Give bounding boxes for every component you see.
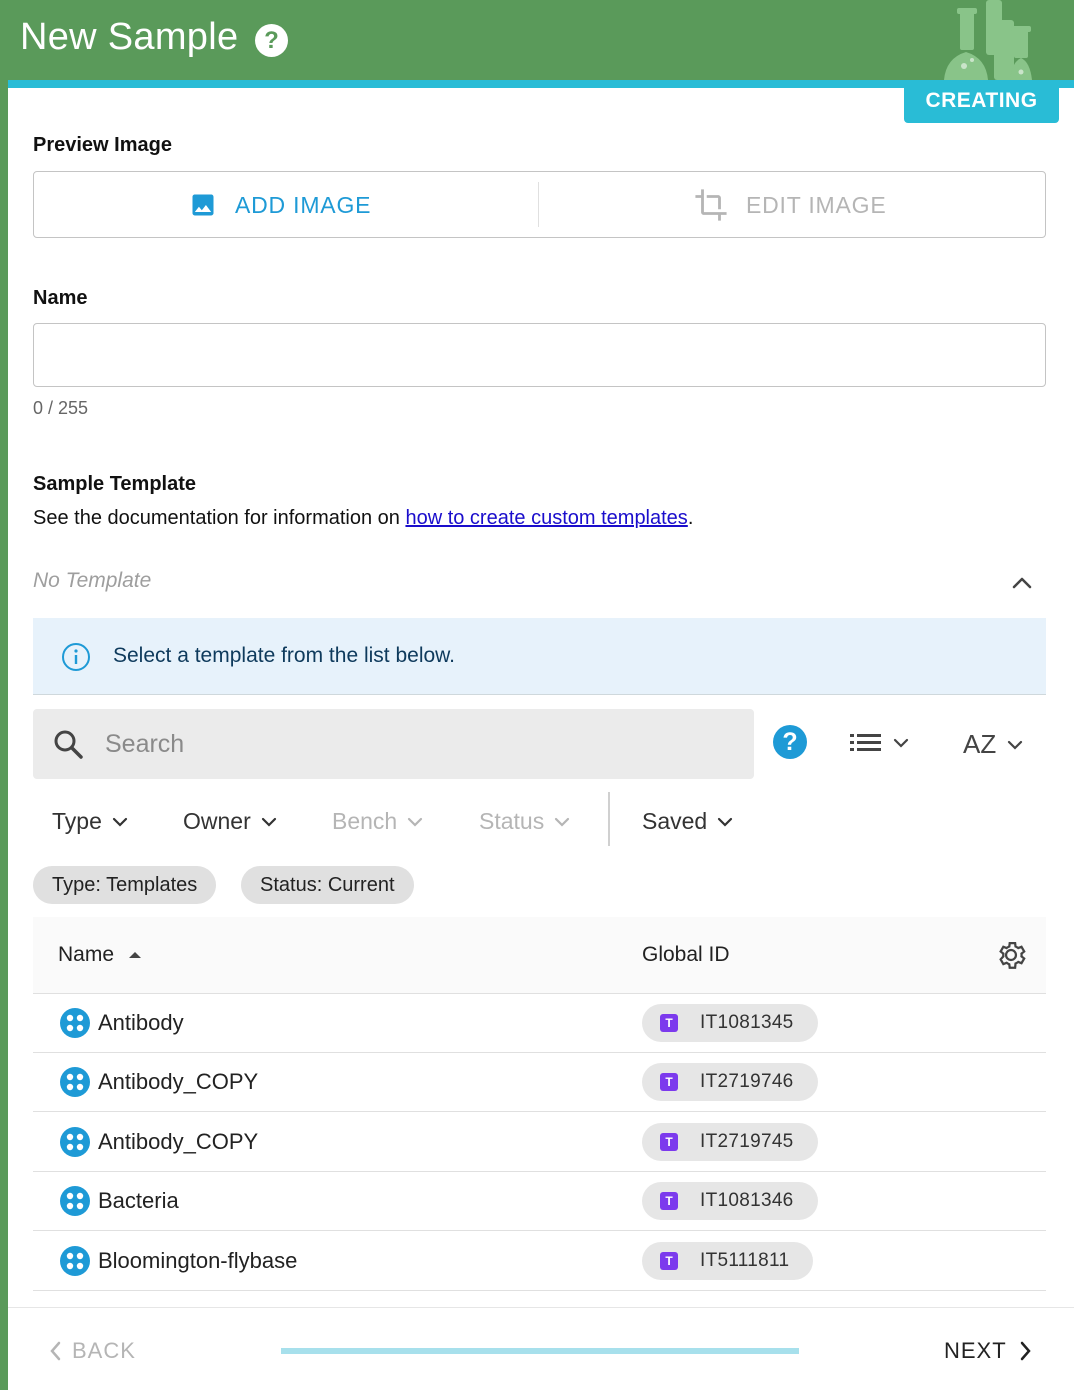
template-name[interactable]: Antibody_COPY [98,1129,258,1155]
progress-bar [281,1348,799,1354]
template-icon [60,1008,90,1038]
info-icon [62,643,90,671]
next-button[interactable]: NEXT [944,1338,1033,1364]
filter-chip-type[interactable]: Type: Templates [33,866,217,904]
global-id-badge[interactable]: T IT5111811 [642,1241,814,1280]
template-icon [60,1067,90,1098]
template-icon [60,1186,90,1217]
template-name[interactable]: Antibody [98,1010,184,1036]
documentation-text: See the documentation for information on… [33,507,693,530]
saved-filter[interactable]: Saved [642,808,735,835]
add-image-button[interactable]: ADD IMAGE [189,189,371,221]
crop-icon [695,189,727,221]
table-row[interactable]: Antibody_COPY T IT2719745 [33,1113,1046,1172]
template-name[interactable]: Antibody_COPY [98,1069,258,1095]
table-header: Name Global ID [33,917,1046,994]
info-alert: Select a template from the list below. [33,618,1046,695]
template-type-icon: T [660,1014,678,1032]
table-row[interactable]: Antibody_COPY T IT2719746 [33,1053,1046,1113]
filter-divider [608,792,610,846]
global-id-column-header: Global ID [642,943,730,966]
global-id-text: IT5111811 [700,1249,790,1271]
preview-image-controls: ADD IMAGE EDIT IMAGE [33,171,1046,238]
template-icon [60,1245,90,1276]
status-filter-label: Status [479,808,545,834]
global-id-badge[interactable]: T IT1081346 [642,1182,818,1221]
help-icon[interactable]: ? [255,24,288,57]
table-row[interactable]: Bloomington-flybase T IT5111811 [33,1232,1046,1291]
list-view-icon [850,734,881,751]
image-icon [192,194,214,216]
status-badge: CREATING [904,86,1059,123]
divider [538,182,539,227]
chevron-down-icon [718,817,733,827]
global-id-text: IT1081346 [700,1190,794,1212]
bench-filter-label: Bench [332,808,398,834]
template-type-icon: T [660,1251,678,1270]
chevron-right-icon [1020,1341,1031,1361]
search-input[interactable] [105,723,725,765]
view-mode-dropdown[interactable] [850,730,912,756]
name-label: Name [33,287,88,309]
chevron-down-icon [112,817,127,827]
global-id-badge[interactable]: T IT1081345 [642,1004,818,1042]
sort-dropdown[interactable]: AZ [963,729,1026,760]
name-input[interactable] [33,323,1046,387]
chevron-down-icon [1008,740,1023,750]
global-id-badge[interactable]: T IT2719745 [642,1122,818,1161]
chevron-down-icon [893,738,909,748]
global-id-text: IT2719745 [700,1130,794,1152]
info-message: Select a template from the list below. [113,644,455,667]
table-row[interactable]: Bacteria T IT1081346 [33,1172,1046,1232]
footer-navigation: BACK NEXT [8,1307,1074,1390]
sort-ascending-icon [129,952,142,958]
char-counter: 0 / 255 [33,398,89,418]
preview-image-label: Preview Image [33,134,172,156]
chevron-down-icon [555,817,570,827]
name-column-label: Name [58,943,115,966]
search-icon [54,730,83,759]
template-name[interactable]: Bacteria [98,1188,179,1214]
template-icon [60,1126,90,1157]
status-filter: Status [479,808,572,835]
table-row[interactable]: Antibody T IT1081345 [33,994,1046,1053]
saved-filter-label: Saved [642,808,708,834]
collapse-chevron-up-icon[interactable] [1010,572,1034,592]
owner-filter[interactable]: Owner [183,808,279,835]
type-filter-label: Type [52,808,102,834]
documentation-suffix: . [687,507,694,529]
add-image-label: ADD IMAGE [235,191,372,218]
edit-image-label: EDIT IMAGE [746,191,887,218]
chevron-down-icon [408,817,423,827]
template-type-icon: T [660,1132,678,1151]
template-type-icon: T [660,1192,678,1211]
bench-filter: Bench [332,808,425,835]
global-id-text: IT2719746 [700,1071,794,1093]
selected-template: No Template [33,569,152,592]
gear-icon[interactable] [994,938,1028,972]
chevron-down-icon [261,817,276,827]
search-help-icon[interactable]: ? [773,725,807,759]
filter-chip-status[interactable]: Status: Current [241,866,414,904]
custom-templates-link[interactable]: how to create custom templates [405,507,687,529]
sort-label: AZ [963,729,997,759]
next-label: NEXT [944,1338,1007,1363]
search-box [33,709,754,779]
type-filter[interactable]: Type [52,808,130,835]
page-title: New Sample [20,16,239,58]
chevron-left-icon [50,1341,61,1361]
back-button: BACK [48,1338,136,1364]
edit-image-button[interactable]: EDIT IMAGE [694,189,887,221]
global-id-badge[interactable]: T IT2719746 [642,1063,818,1102]
name-column-header[interactable]: Name [58,943,142,967]
back-label: BACK [72,1338,136,1363]
lab-flasks-icon [944,0,1032,80]
template-type-icon: T [660,1073,678,1092]
global-id-text: IT1081345 [700,1012,794,1033]
template-name[interactable]: Bloomington-flybase [98,1248,297,1274]
documentation-prefix: See the documentation for information on [33,507,406,529]
header: New Sample ? [0,0,1074,80]
owner-filter-label: Owner [183,808,251,834]
sample-template-label: Sample Template [33,473,197,495]
